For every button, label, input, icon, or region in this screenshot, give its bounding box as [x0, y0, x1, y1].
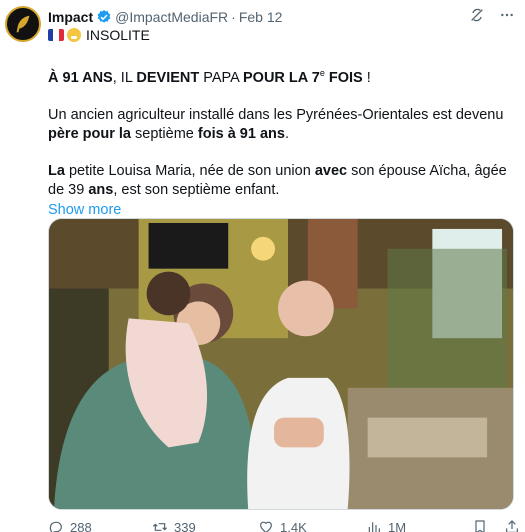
paragraph-2: Un ancien agriculteur installé dans les …	[48, 106, 518, 144]
like-button[interactable]: 1.4K	[258, 519, 307, 532]
text-part: .	[284, 125, 289, 142]
headline-part: !	[362, 69, 371, 86]
headline-part: , IL	[112, 69, 137, 86]
verified-badge-icon	[97, 10, 111, 23]
views-count: 1M	[388, 519, 407, 532]
france-flag-icon	[48, 29, 64, 41]
views-icon	[368, 522, 380, 532]
headline-part: FOIS	[324, 69, 363, 86]
avatar[interactable]	[5, 6, 41, 42]
headline-part: PAPA	[199, 69, 244, 86]
reply-icon	[49, 521, 62, 532]
post-text: À 91 ANS, IL DEVIENT PAPA POUR LA 7e FOI…	[48, 64, 518, 220]
author-handle[interactable]: @ImpactMediaFR	[115, 9, 228, 25]
grok-icon[interactable]	[469, 7, 485, 23]
action-bar: 288 339 1.4K 1M	[48, 518, 518, 532]
feather-logo-icon	[16, 15, 30, 33]
text-part: avec	[314, 162, 348, 179]
share-icon	[506, 520, 518, 532]
more-icon[interactable]	[499, 7, 515, 23]
reply-button[interactable]: 288	[48, 519, 92, 532]
headline-paragraph: À 91 ANS, IL DEVIENT PAPA POUR LA 7e FOI…	[48, 64, 518, 88]
separator-dot: ·	[231, 9, 236, 25]
views-button[interactable]: 1M	[366, 519, 406, 532]
show-more-link[interactable]: Show more	[48, 201, 518, 220]
baby-emoji-icon	[67, 28, 81, 42]
text-part: septième	[131, 125, 198, 142]
repost-icon	[152, 523, 168, 531]
paragraph-3: La petite Louisa Maria, née de son union…	[48, 162, 518, 200]
headline-part: POUR LA 7	[243, 69, 320, 86]
headline-part: DEVIENT	[136, 69, 200, 86]
reply-count: 288	[70, 519, 92, 532]
text-part: La	[48, 162, 65, 179]
tag-label: INSOLITE	[86, 27, 150, 43]
text-part: père pour la	[48, 125, 131, 142]
text-part: Un ancien agriculteur installé dans les …	[48, 106, 504, 123]
post-photo[interactable]	[48, 218, 514, 510]
repost-button[interactable]: 339	[152, 519, 196, 532]
repost-count: 339	[174, 519, 196, 532]
post-header: Impact @ImpactMediaFR · Feb 12	[48, 6, 515, 28]
text-part: fois à 91 ans	[197, 125, 285, 142]
share-button[interactable]	[504, 519, 520, 532]
category-tag: INSOLITE	[48, 27, 150, 43]
post-date[interactable]: Feb 12	[239, 9, 283, 25]
text-part: , est son septième enfant.	[113, 181, 280, 198]
tweet: Impact @ImpactMediaFR · Feb 12 INSOLITE …	[0, 0, 525, 532]
bookmark-icon	[475, 520, 485, 532]
headline-part: À 91 ANS	[48, 69, 113, 86]
like-icon	[260, 521, 272, 532]
like-count: 1.4K	[280, 519, 307, 532]
text-part: ans	[88, 181, 114, 198]
family-kitchen-photo	[49, 219, 513, 509]
author-name[interactable]: Impact	[48, 9, 93, 25]
bookmark-button[interactable]	[472, 519, 488, 532]
text-part: petite Louisa Maria, née de son union	[64, 162, 315, 179]
